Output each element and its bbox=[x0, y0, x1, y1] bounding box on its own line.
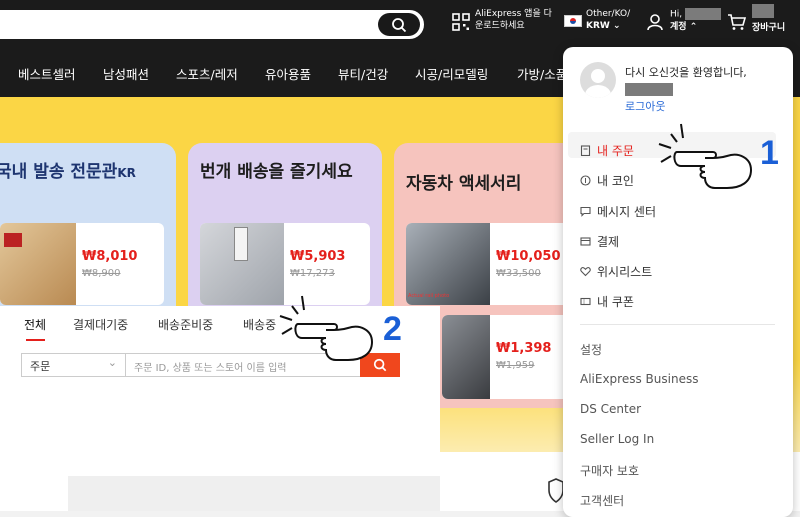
redacted-username bbox=[685, 8, 722, 20]
chevron-down-icon: ⌄ bbox=[107, 356, 117, 369]
category-item[interactable]: 스포츠/레저 bbox=[176, 64, 238, 83]
active-tab-indicator bbox=[26, 339, 45, 341]
cart-count-redacted bbox=[752, 4, 774, 18]
pointing-hand-icon bbox=[279, 295, 374, 361]
order-type-select[interactable]: 주문 ⌄ bbox=[21, 353, 125, 377]
korea-flag-icon bbox=[564, 15, 582, 27]
image-caption: Actual rail photo bbox=[408, 293, 450, 299]
logout-link[interactable]: 로그아웃 bbox=[625, 98, 665, 114]
menu-label: 결제 bbox=[597, 235, 620, 249]
locale-selector[interactable]: Other/KO/ KRW ⌄ bbox=[586, 8, 630, 32]
account-dropdown: 다시 오신것을 환영합니다, 로그아웃 내 주문 내 코인 메시지 센터 결제 … bbox=[563, 47, 793, 517]
card-title: 자동차 액세서리 bbox=[406, 174, 522, 194]
pointing-hand-icon bbox=[658, 123, 753, 189]
order-icon bbox=[580, 145, 591, 156]
message-icon bbox=[580, 206, 591, 217]
category-item[interactable]: 시공/리모델링 bbox=[415, 64, 488, 83]
locale-line1: Other/KO/ bbox=[586, 9, 631, 19]
truck-icon bbox=[4, 233, 22, 247]
app-download-link[interactable]: AliExpress 앱을 다 운로드하세요 bbox=[475, 8, 552, 32]
app-download-line1: AliExpress 앱을 다 bbox=[475, 9, 552, 19]
product-tile[interactable]: ₩5,903 ₩17,273 bbox=[200, 223, 370, 305]
category-item[interactable]: 베스트셀러 bbox=[18, 64, 76, 83]
aliexpress-business-link[interactable]: AliExpress Business bbox=[580, 372, 698, 386]
heart-icon bbox=[580, 267, 591, 277]
account-label: 계정 bbox=[670, 21, 687, 32]
menu-payment[interactable]: 결제 bbox=[580, 233, 619, 250]
category-item[interactable]: 가방/소품 bbox=[517, 64, 567, 83]
product-old-price: ₩33,500 bbox=[496, 268, 541, 279]
order-type-value: 주문 bbox=[30, 360, 51, 373]
menu-my-coins[interactable]: 내 코인 bbox=[580, 172, 634, 189]
seller-login-link[interactable]: Seller Log In bbox=[580, 432, 654, 446]
welcome-text: 다시 오신것을 환영합니다, bbox=[625, 66, 747, 79]
coupon-icon bbox=[580, 297, 591, 306]
payment-icon bbox=[580, 237, 591, 246]
coin-icon bbox=[580, 175, 591, 186]
avatar bbox=[580, 62, 616, 98]
category-item[interactable]: 남성패션 bbox=[103, 64, 149, 83]
menu-label: 내 코인 bbox=[597, 174, 634, 188]
product-old-price: ₩1,959 bbox=[496, 360, 535, 371]
search-button[interactable] bbox=[378, 13, 420, 36]
search-input[interactable] bbox=[0, 10, 424, 39]
category-item[interactable]: 뷰티/건강 bbox=[338, 64, 388, 83]
product-image: Actual rail photo bbox=[406, 223, 490, 305]
placeholder-block bbox=[68, 476, 440, 511]
tab-awaiting-payment[interactable]: 결제대기중 bbox=[73, 316, 128, 333]
card-title: 번개 배송을 즐기세요 bbox=[200, 162, 353, 182]
user-icon[interactable] bbox=[646, 13, 664, 31]
menu-label: 메시지 센터 bbox=[597, 205, 657, 219]
shield-icon bbox=[548, 478, 564, 503]
callout-number-1: 1 bbox=[760, 134, 779, 172]
card-title-suffix: KR bbox=[117, 166, 136, 180]
menu-label: 위시리스트 bbox=[597, 265, 653, 279]
tab-all[interactable]: 전체 bbox=[24, 316, 46, 333]
callout-number-2: 2 bbox=[383, 310, 402, 348]
top-header: AliExpress 앱을 다 운로드하세요 Other/KO/ KRW ⌄ H… bbox=[0, 0, 800, 47]
menu-wishlist[interactable]: 위시리스트 bbox=[580, 263, 652, 280]
tab-shipping[interactable]: 배송중 bbox=[243, 316, 276, 333]
product-image bbox=[0, 223, 76, 305]
cart-icon[interactable] bbox=[727, 13, 747, 31]
chevron-up-icon: ⌃ bbox=[689, 21, 698, 32]
ds-center-link[interactable]: DS Center bbox=[580, 402, 641, 416]
menu-my-orders[interactable]: 내 주문 bbox=[580, 142, 634, 159]
product-old-price: ₩17,273 bbox=[290, 268, 335, 279]
account-greeting: Hi, bbox=[670, 9, 683, 20]
menu-my-coupons[interactable]: 내 쿠폰 bbox=[580, 293, 634, 310]
menu-divider bbox=[580, 324, 775, 325]
product-price: ₩5,903 bbox=[290, 249, 346, 264]
product-price: ₩1,398 bbox=[496, 341, 552, 356]
menu-message-center[interactable]: 메시지 센터 bbox=[580, 203, 656, 220]
product-image bbox=[200, 223, 284, 305]
menu-label: 내 주문 bbox=[597, 144, 634, 158]
cart-label[interactable]: 장바구니 bbox=[752, 22, 785, 34]
search-icon bbox=[392, 17, 407, 32]
tab-preparing[interactable]: 배송준비중 bbox=[158, 316, 213, 333]
category-item[interactable]: 유아용품 bbox=[265, 64, 311, 83]
account-menu[interactable]: Hi, 계정 ⌃ bbox=[670, 8, 722, 33]
product-old-price: ₩8,900 bbox=[82, 268, 121, 279]
menu-label: 내 쿠폰 bbox=[597, 295, 634, 309]
customer-center-link[interactable]: 고객센터 bbox=[580, 492, 624, 509]
qr-code-icon[interactable] bbox=[452, 13, 470, 31]
product-image bbox=[442, 315, 490, 399]
settings-link[interactable]: 설정 bbox=[580, 341, 602, 358]
product-tile[interactable]: ₩8,010 ₩8,900 bbox=[0, 223, 164, 305]
redacted-username bbox=[625, 82, 673, 96]
app-download-line2: 운로드하세요 bbox=[475, 21, 525, 31]
card-title: 국내 발송 전문관 bbox=[0, 162, 118, 182]
product-price: ₩10,050 bbox=[496, 249, 561, 264]
buyer-protection-link[interactable]: 구매자 보호 bbox=[580, 462, 639, 479]
product-price: ₩8,010 bbox=[82, 249, 138, 264]
currency-label: KRW bbox=[586, 21, 610, 31]
chevron-down-icon: ⌄ bbox=[612, 21, 621, 31]
